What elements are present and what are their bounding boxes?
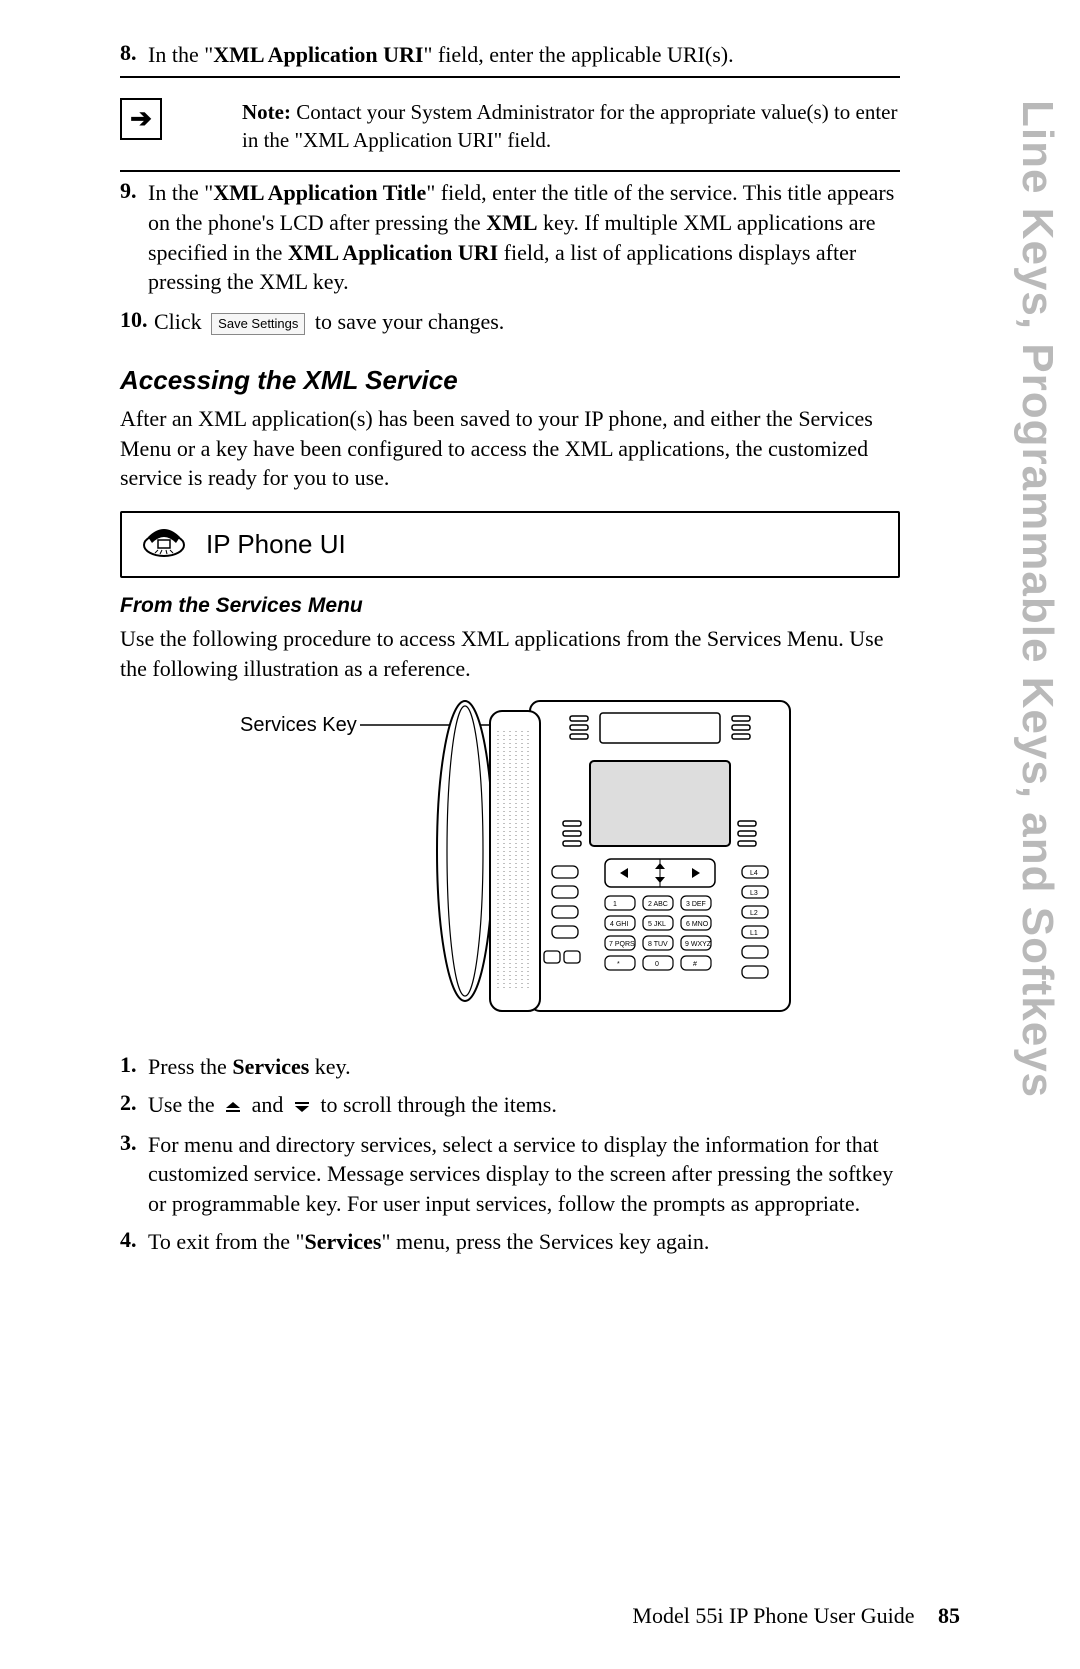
svg-text:L2: L2 xyxy=(750,910,758,917)
svg-text:L1: L1 xyxy=(750,930,758,937)
proc-step-3: 3. For menu and directory services, sele… xyxy=(120,1130,900,1219)
svg-text:3 DEF: 3 DEF xyxy=(686,901,706,908)
step-text: Press the Services key. xyxy=(148,1052,900,1082)
svg-text:8 TUV: 8 TUV xyxy=(648,941,668,948)
note-block: ➔ Note: Contact your System Administrato… xyxy=(120,84,900,165)
step-number: 1. xyxy=(120,1052,148,1082)
ui-box-label: IP Phone UI xyxy=(206,529,346,560)
section-paragraph: After an XML application(s) has been sav… xyxy=(120,404,900,493)
divider xyxy=(120,76,900,78)
step-number: 2. xyxy=(120,1090,148,1122)
scroll-up-icon xyxy=(223,1092,243,1122)
step-text: Use the and to scroll through the items. xyxy=(148,1090,900,1122)
svg-text:9 WXYZ: 9 WXYZ xyxy=(685,941,712,948)
step-text: In the "XML Application URI" field, ente… xyxy=(148,40,900,70)
step-text: To exit from the "Services" menu, press … xyxy=(148,1227,900,1257)
svg-text:#: # xyxy=(693,961,697,968)
svg-text:2 ABC: 2 ABC xyxy=(648,901,668,908)
note-text: Note: Contact your System Administrator … xyxy=(202,98,900,155)
section-heading: Accessing the XML Service xyxy=(120,365,900,396)
step-number: 9. xyxy=(120,178,148,297)
phone-illustration: Services Key xyxy=(120,691,900,1036)
proc-step-4: 4. To exit from the "Services" menu, pre… xyxy=(120,1227,900,1257)
proc-step-1: 1. Press the Services key. xyxy=(120,1052,900,1082)
footer-text: Model 55i IP Phone User Guide xyxy=(632,1603,914,1628)
svg-text:7 PQRS: 7 PQRS xyxy=(609,941,635,948)
proc-step-2: 2. Use the and to scroll through the ite… xyxy=(120,1090,900,1122)
step-9: 9. In the "XML Application Title" field,… xyxy=(120,178,900,297)
ip-phone-ui-box: IP Phone UI xyxy=(120,511,900,578)
subsection-heading: From the Services Menu xyxy=(120,594,900,618)
page-number: 85 xyxy=(938,1603,960,1628)
svg-text:L4: L4 xyxy=(750,870,758,877)
subsection-paragraph: Use the following procedure to access XM… xyxy=(120,624,900,683)
phone-sketch-icon xyxy=(140,525,188,564)
scroll-down-icon xyxy=(292,1092,312,1122)
page-footer: Model 55i IP Phone User Guide 85 xyxy=(632,1603,960,1629)
svg-text:L3: L3 xyxy=(750,890,758,897)
svg-text:4 GHI: 4 GHI xyxy=(610,921,628,928)
save-settings-button[interactable]: Save Settings xyxy=(211,313,305,335)
step-10: 10. Click Save Settings to save your cha… xyxy=(120,307,900,337)
divider xyxy=(120,170,900,172)
svg-text:0: 0 xyxy=(655,961,659,968)
step-number: 8. xyxy=(120,40,148,70)
step-number: 10. xyxy=(120,307,154,337)
arrow-right-icon: ➔ xyxy=(120,98,162,140)
step-number: 4. xyxy=(120,1227,148,1257)
svg-text:5 JKL: 5 JKL xyxy=(648,921,666,928)
svg-text:1: 1 xyxy=(613,901,617,908)
step-text: Click Save Settings to save your changes… xyxy=(154,307,900,337)
step-number: 3. xyxy=(120,1130,148,1219)
step-text: In the "XML Application Title" field, en… xyxy=(148,178,900,297)
svg-text:6 MNO: 6 MNO xyxy=(686,921,709,928)
svg-text:*: * xyxy=(617,961,620,968)
services-key-label: Services Key xyxy=(240,714,357,736)
step-text: For menu and directory services, select … xyxy=(148,1130,900,1219)
step-8: 8. In the "XML Application URI" field, e… xyxy=(120,40,900,70)
